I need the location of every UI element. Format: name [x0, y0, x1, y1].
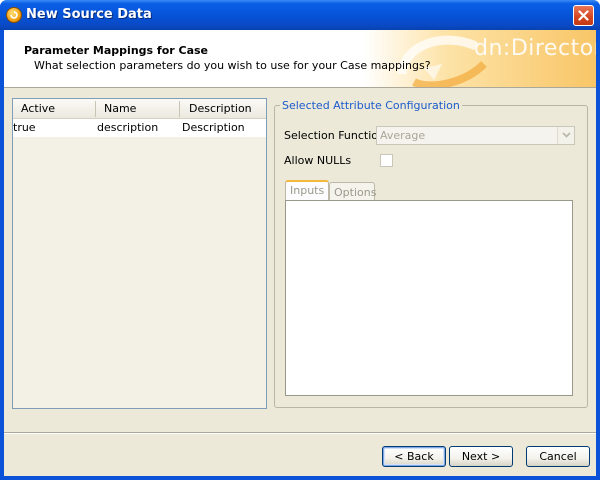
window-title: New Source Data	[26, 7, 152, 22]
cell-name: description	[97, 121, 159, 134]
tab-options[interactable]: Options	[329, 182, 376, 202]
allow-nulls-checkbox[interactable]	[380, 154, 393, 167]
page-subtitle: What selection parameters do you wish to…	[34, 59, 431, 72]
selection-function-select[interactable]: Average	[376, 126, 575, 145]
column-divider[interactable]	[95, 101, 96, 117]
title-bar[interactable]: New Source Data	[0, 0, 600, 30]
cancel-button[interactable]: Cancel	[526, 446, 590, 467]
chevron-down-icon	[562, 132, 571, 138]
parameter-table: Active Name Description true description…	[12, 98, 267, 409]
table-header: Active Name Description	[13, 99, 266, 119]
brand-name: dn:Director	[474, 36, 596, 61]
dropdown-button[interactable]	[557, 127, 574, 144]
cell-active: true	[13, 121, 36, 134]
dialog-window: New Source Data dn:Director Parameter Ma…	[0, 0, 600, 480]
wizard-header: dn:Director Parameter Mappings for Case …	[4, 30, 596, 88]
column-header-active[interactable]: Active	[21, 102, 55, 115]
column-header-name[interactable]: Name	[104, 102, 136, 115]
table-row[interactable]: true description Description	[13, 119, 266, 137]
app-icon	[6, 7, 22, 23]
back-button[interactable]: < Back	[382, 446, 446, 467]
column-header-description[interactable]: Description	[189, 102, 252, 115]
close-button[interactable]	[573, 5, 594, 26]
footer-divider	[4, 432, 596, 434]
tab-inputs[interactable]: Inputs	[285, 180, 329, 200]
page-title: Parameter Mappings for Case	[24, 44, 209, 57]
inputs-tab-panel	[285, 200, 573, 396]
cell-description: Description	[182, 121, 245, 134]
dialog-client-area: dn:Director Parameter Mappings for Case …	[4, 30, 596, 476]
close-icon	[578, 10, 589, 21]
selection-function-value: Average	[380, 129, 426, 142]
attribute-config-legend: Selected Attribute Configuration	[280, 99, 462, 112]
allow-nulls-label: Allow NULLs	[284, 154, 352, 167]
next-button[interactable]: Next >	[449, 446, 513, 467]
column-divider[interactable]	[179, 101, 180, 117]
selection-function-label: Selection Function	[284, 129, 385, 142]
